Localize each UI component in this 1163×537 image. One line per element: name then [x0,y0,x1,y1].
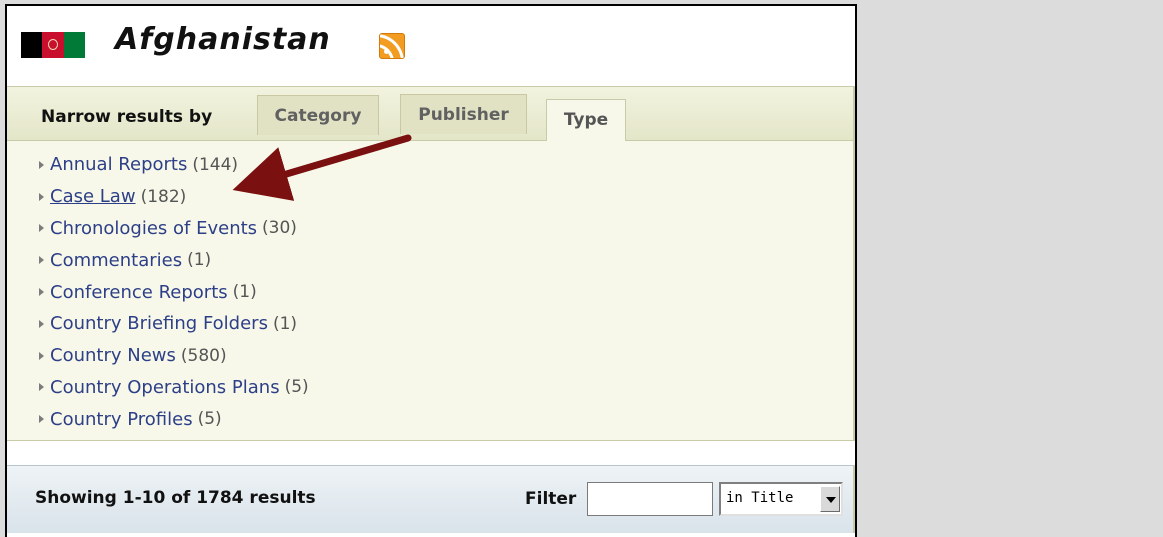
type-list: Annual Reports (144) Case Law (182) Chrono… [39,149,309,435]
list-item: Chronologies of Events (30) [39,213,309,245]
results-toolbar: Showing 1-10 of 1784 results Filter in T… [7,465,855,533]
type-link-country-news[interactable]: Country News [50,345,176,366]
filter-scope-value: in Title [726,490,794,506]
type-count: (1) [232,282,257,303]
tab-category[interactable]: Category [257,95,379,135]
type-link-country-profiles[interactable]: Country Profiles [50,409,193,430]
list-item: Annual Reports (144) [39,149,309,181]
rss-feed-icon[interactable] [379,33,405,59]
content-frame: Afghanistan Narrow results by Category P… [5,4,857,537]
type-link-annual-reports[interactable]: Annual Reports [50,154,187,175]
list-item: Case Law (182) [39,181,309,213]
bullet-icon [39,160,44,169]
filter-scope-select[interactable]: in Title [719,482,843,516]
list-item: Country News (580) [39,340,309,372]
country-header: Afghanistan [7,6,855,86]
type-count: (1) [187,250,212,271]
bullet-icon [39,383,44,392]
tab-type[interactable]: Type [546,99,626,141]
results-count: Showing 1-10 of 1784 results [35,488,316,508]
type-count: (182) [140,186,187,207]
bullet-icon [39,351,44,360]
type-count: (5) [197,409,222,430]
afghanistan-flag-icon [21,32,85,58]
type-link-commentaries[interactable]: Commentaries [50,250,182,271]
list-item: Commentaries (1) [39,244,309,276]
page-title: Afghanistan [115,22,331,57]
narrow-results-panel: Narrow results by Category Publisher Typ… [7,86,855,441]
list-item: Country Profiles (5) [39,403,309,435]
type-link-country-operations-plans[interactable]: Country Operations Plans [50,377,280,398]
page: Afghanistan Narrow results by Category P… [0,0,1163,537]
chevron-down-icon[interactable] [820,486,840,512]
bullet-icon [39,224,44,233]
filter-input[interactable] [587,482,713,516]
type-link-country-briefing-folders[interactable]: Country Briefing Folders [50,313,268,334]
type-count: (580) [180,345,227,366]
bullet-icon [39,288,44,297]
bullet-icon [39,319,44,328]
type-count: (144) [192,154,239,175]
filter-label: Filter [525,489,577,509]
type-count: (5) [284,377,309,398]
bullet-icon [39,192,44,201]
type-link-chronologies-of-events[interactable]: Chronologies of Events [50,218,257,239]
tab-publisher[interactable]: Publisher [400,94,527,134]
bullet-icon [39,256,44,265]
list-item: Country Briefing Folders (1) [39,308,309,340]
list-item: Country Operations Plans (5) [39,372,309,404]
bullet-icon [39,415,44,424]
list-item: Conference Reports (1) [39,276,309,308]
type-count: (1) [272,313,298,334]
narrow-tab-bar: Narrow results by Category Publisher Typ… [7,87,853,141]
narrow-results-label: Narrow results by [41,107,213,127]
type-count: (30) [262,218,297,239]
type-link-conference-reports[interactable]: Conference Reports [50,282,228,303]
type-link-case-law[interactable]: Case Law [50,186,136,207]
